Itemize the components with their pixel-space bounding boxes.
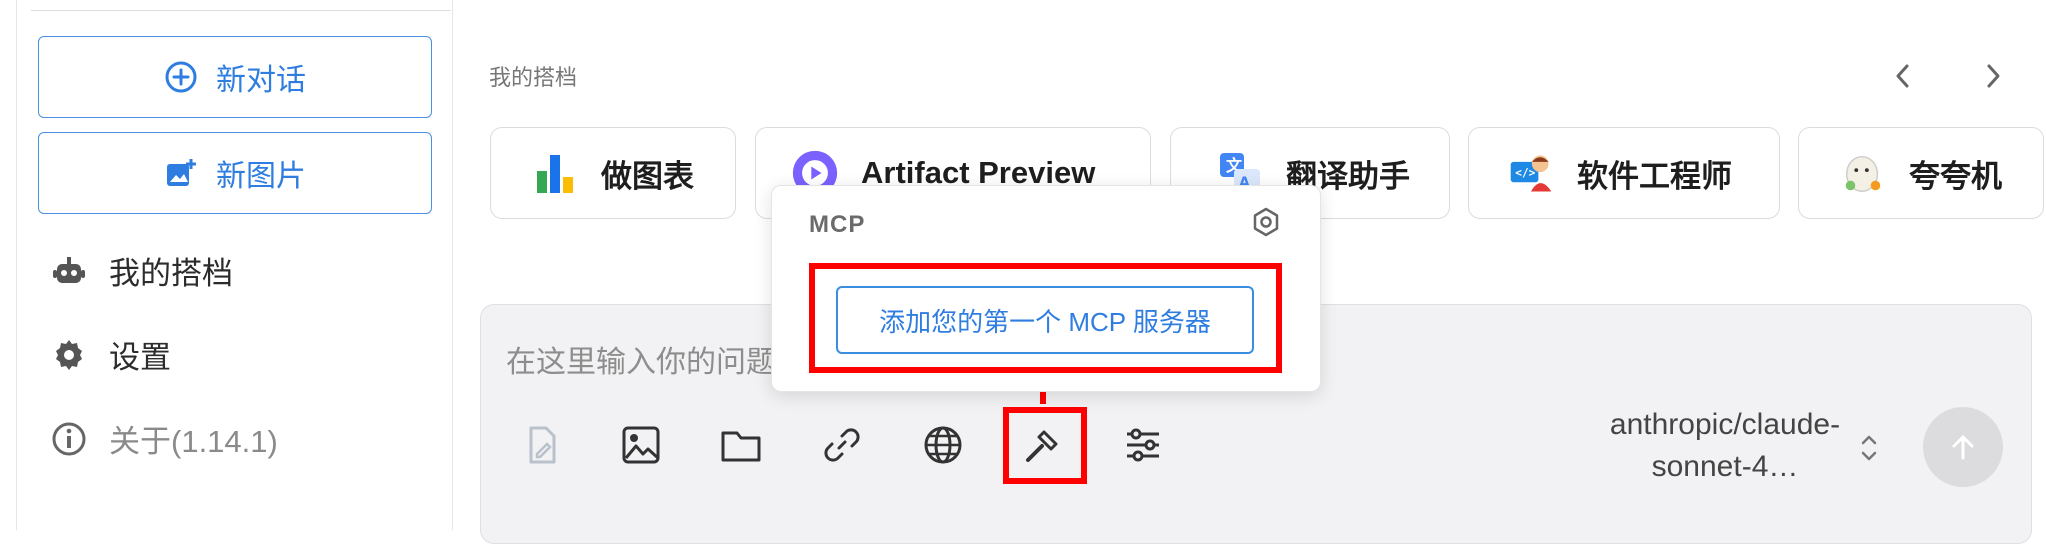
arrow-up-send-icon [1952,435,1974,460]
sidebar-item-about[interactable]: 关于(1.14.1) [51,416,278,461]
info-icon [51,421,87,457]
file-icon[interactable] [517,420,567,470]
sidebar: 新对话 新图片 我的搭档 设置 关于(1.14.1) [16,0,453,530]
partner-card-cheer[interactable]: 夸夸机 [1798,127,2044,219]
card-label: 软件工程师 [1577,158,1732,194]
model-name-line2: sonnet-4… [1651,450,1799,483]
card-label: 做图表 [601,158,694,194]
sidebar-item-label: 设置 [109,340,171,375]
sliders-icon[interactable] [1118,420,1168,470]
cheer-icon [1839,149,1887,197]
highlight-box-hammer [1003,407,1087,484]
new-image-label: 新图片 [216,160,306,193]
divider [31,10,451,11]
popover-title: MCP [809,211,866,238]
chevron-updown-icon[interactable] [1858,430,1880,466]
new-chat-label: 新对话 [216,64,306,97]
partner-card-chart[interactable]: 做图表 [490,127,736,219]
mcp-popover: MCP 添加您的第一个 MCP 服务器 [771,185,1321,392]
settings-hex-icon[interactable] [1250,206,1282,238]
gear-icon [51,337,87,373]
plus-circle-icon [164,60,198,94]
sidebar-item-label: 我的搭档 [109,256,233,291]
card-label: 夸夸机 [1909,158,2002,194]
model-name-line1: anthropic/claude- [1609,408,1841,441]
sidebar-item-settings[interactable]: 设置 [51,332,171,377]
send-button[interactable] [1923,407,2003,487]
section-title: 我的搭档 [489,65,578,90]
chart-icon [531,149,579,197]
engineer-icon: </> [1507,149,1555,197]
chat-input[interactable]: 在这里输入你的问题 [506,337,776,381]
svg-text:</>: </> [1515,167,1535,180]
new-chat-button[interactable]: 新对话 [38,36,432,118]
link-icon[interactable] [817,420,867,470]
sidebar-item-partners[interactable]: 我的搭档 [51,248,233,293]
prev-arrow-icon[interactable] [1888,58,1918,94]
image-plus-icon [164,156,198,190]
add-mcp-server-button[interactable]: 添加您的第一个 MCP 服务器 [836,286,1254,354]
folder-icon[interactable] [716,420,766,470]
model-selector[interactable]: anthropic/claude- sonnet-4… [1560,404,1890,488]
globe-icon[interactable] [918,420,968,470]
robot-icon [51,253,87,289]
new-image-button[interactable]: 新图片 [38,132,432,214]
image-icon[interactable] [616,420,666,470]
partner-card-engineer[interactable]: </> 软件工程师 [1468,127,1780,219]
sidebar-item-label: 关于(1.14.1) [109,424,278,459]
next-arrow-icon[interactable] [1978,58,2008,94]
